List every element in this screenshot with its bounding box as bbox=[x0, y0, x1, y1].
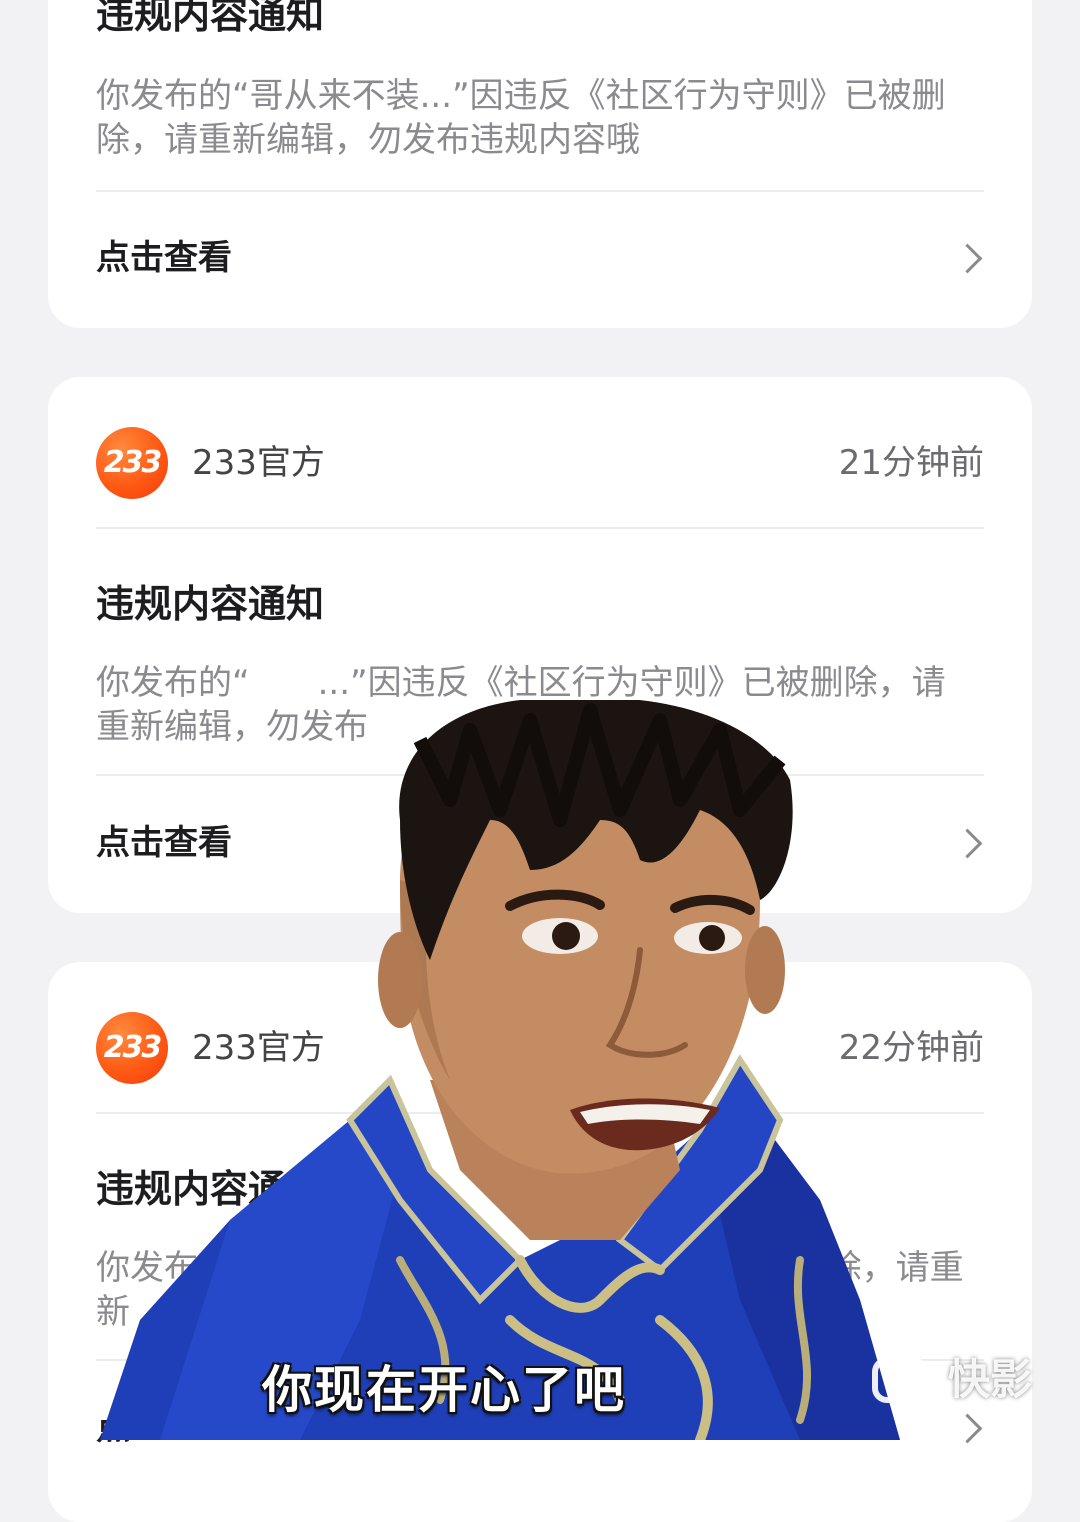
view-details-row[interactable]: 点击查看 bbox=[96, 228, 984, 288]
notification-title: 违规内容通知 bbox=[96, 0, 325, 37]
meme-person-image bbox=[100, 700, 900, 1440]
chevron-right-icon bbox=[952, 243, 983, 274]
sender-logo-icon: 233 bbox=[96, 427, 168, 499]
notification-header: 233 233官方 21分钟前 bbox=[96, 377, 984, 529]
watermark-text: 快影 bbox=[948, 1355, 1033, 1404]
divider bbox=[96, 190, 984, 192]
timestamp: 21分钟前 bbox=[838, 443, 984, 483]
notification-title: 违规内容通知 bbox=[96, 582, 325, 626]
notification-body: 你发布的“哥从来不装...”因违反《社区行为守则》已被删除，请重新编辑，勿发布违… bbox=[96, 76, 946, 160]
video-caption: 你现在开心了吧 bbox=[262, 1361, 626, 1419]
video-camera-icon bbox=[872, 1357, 940, 1403]
watermark: 快影 bbox=[872, 1352, 1032, 1408]
sender-name: 233官方 bbox=[192, 443, 325, 483]
view-details-label: 点击查看 bbox=[96, 238, 232, 278]
notification-card: 违规内容通知 你发布的“哥从来不装...”因违反《社区行为守则》已被删除，请重新… bbox=[48, 0, 1032, 328]
